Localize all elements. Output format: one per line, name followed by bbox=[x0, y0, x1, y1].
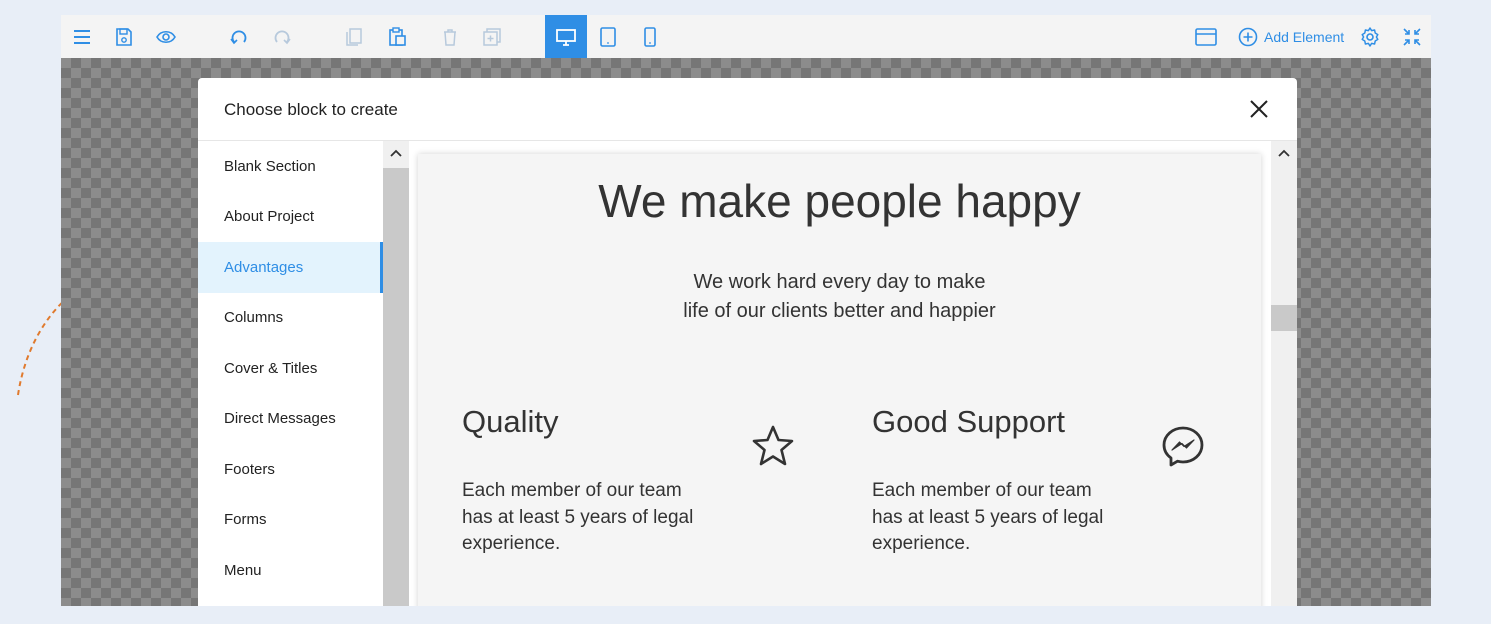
dialog-title: Choose block to create bbox=[224, 100, 398, 119]
add-element-label: Add Element bbox=[1264, 28, 1345, 45]
category-item[interactable]: Menu bbox=[198, 545, 383, 596]
desktop-icon bbox=[556, 28, 576, 46]
star-icon bbox=[752, 425, 794, 466]
category-item-active[interactable]: Advantages bbox=[198, 242, 383, 293]
scrollbar-thumb[interactable] bbox=[383, 168, 409, 606]
undo-button[interactable] bbox=[218, 15, 260, 58]
scrollbar-thumb[interactable] bbox=[1271, 305, 1297, 331]
paste-button[interactable] bbox=[376, 15, 418, 58]
category-item[interactable]: Direct Messages bbox=[198, 394, 383, 445]
add-element-button[interactable]: Add Element bbox=[1238, 15, 1344, 58]
collapse-icon bbox=[1403, 27, 1421, 46]
category-item[interactable]: Cover & Titles bbox=[198, 343, 383, 394]
copy-button[interactable] bbox=[333, 15, 375, 58]
feature-text: Each member of our team has at least 5 y… bbox=[462, 480, 694, 554]
page-layout-button[interactable] bbox=[1185, 15, 1227, 58]
delete-button[interactable] bbox=[429, 15, 471, 58]
hamburger-icon bbox=[74, 29, 90, 44]
duplicate-button[interactable] bbox=[471, 15, 513, 58]
feature-text: Each member of our team has at least 5 y… bbox=[872, 480, 1104, 554]
eye-icon bbox=[156, 30, 176, 43]
preview-subline: We work hard every day to make life of o… bbox=[418, 268, 1261, 326]
trash-icon bbox=[444, 28, 456, 46]
plus-circle-icon bbox=[1238, 27, 1258, 46]
editor-canvas: Choose block to create Blank Section Abo… bbox=[61, 58, 1431, 606]
close-icon[interactable] bbox=[1247, 97, 1271, 121]
category-list: Blank Section About Project Advantages C… bbox=[198, 141, 383, 606]
advantages-block-preview[interactable]: We make people happy We work hard every … bbox=[418, 154, 1261, 606]
editor-window: Add Element Choose block to create Blank… bbox=[61, 15, 1431, 606]
tablet-icon bbox=[600, 26, 616, 47]
subline-2: life of our clients better and happier bbox=[683, 300, 996, 322]
paste-icon bbox=[389, 26, 406, 46]
copy-icon bbox=[346, 27, 362, 46]
category-item[interactable]: Columns bbox=[198, 293, 383, 344]
toolbar: Add Element bbox=[61, 15, 1431, 58]
collapse-button[interactable] bbox=[1391, 15, 1431, 58]
preview-scrollbar[interactable] bbox=[1271, 141, 1297, 606]
category-item[interactable]: About Project bbox=[198, 192, 383, 243]
chevron-up-icon[interactable] bbox=[1277, 147, 1291, 161]
redo-button[interactable] bbox=[261, 15, 303, 58]
category-scrollbar[interactable] bbox=[383, 141, 409, 606]
settings-button[interactable] bbox=[1349, 15, 1391, 58]
dialog-header: Choose block to create bbox=[198, 78, 1297, 141]
block-chooser-dialog: Choose block to create Blank Section Abo… bbox=[198, 78, 1297, 606]
chevron-up-icon[interactable] bbox=[389, 147, 403, 161]
browser-window-icon bbox=[1195, 27, 1217, 46]
category-item[interactable]: Blank Section bbox=[198, 141, 383, 192]
category-item[interactable]: Forms bbox=[198, 495, 383, 546]
duplicate-icon bbox=[483, 27, 501, 46]
category-item[interactable]: Footers bbox=[198, 444, 383, 495]
gear-icon bbox=[1361, 26, 1379, 47]
preview-headline: We make people happy bbox=[598, 175, 1081, 227]
tablet-view-button[interactable] bbox=[587, 15, 629, 58]
save-icon bbox=[116, 27, 132, 46]
menu-button[interactable] bbox=[61, 15, 103, 58]
redo-icon bbox=[274, 29, 291, 44]
mobile-icon bbox=[644, 26, 656, 47]
block-preview-area: We make people happy We work hard every … bbox=[409, 141, 1271, 606]
save-button[interactable] bbox=[103, 15, 145, 58]
undo-icon bbox=[230, 29, 247, 44]
messenger-icon bbox=[1162, 426, 1204, 467]
desktop-view-button[interactable] bbox=[545, 15, 587, 58]
mobile-view-button[interactable] bbox=[629, 15, 671, 58]
subline-1: We work hard every day to make bbox=[693, 271, 986, 293]
preview-button[interactable] bbox=[145, 15, 187, 58]
